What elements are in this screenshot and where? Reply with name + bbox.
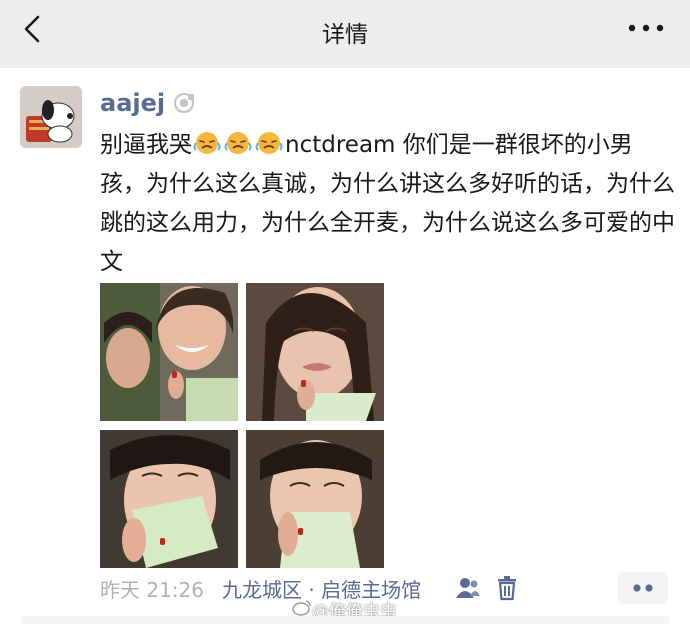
crying-face-emoji-icon <box>193 132 221 154</box>
username-row: aajej <box>100 86 195 120</box>
username[interactable]: aajej <box>100 89 165 117</box>
weibo-logo-icon <box>292 600 311 616</box>
more-options-icon[interactable] <box>626 20 666 36</box>
post-text: 别逼我哭 nctdream 你们是一群很坏的小男孩，为什么这么真诚，为什么讲这么… <box>100 126 675 282</box>
post-photo[interactable] <box>100 430 238 568</box>
visibility-friends-icon[interactable] <box>455 576 481 600</box>
vip-badge-icon <box>174 93 195 113</box>
post-text-before-emoji: 别逼我哭 <box>100 132 192 158</box>
photo-girl-tissue-mouth <box>246 430 384 568</box>
page-title: 详情 <box>322 22 368 48</box>
photo-girl-tissue-nose <box>100 430 238 568</box>
nav-bar: 详情 <box>0 0 690 58</box>
photo-two-girls-laughing <box>100 283 238 421</box>
post-photo[interactable] <box>246 430 384 568</box>
post-time: 昨天 21:26 <box>100 577 204 602</box>
post-photo[interactable] <box>100 283 238 421</box>
like-comment-button[interactable] <box>618 572 668 604</box>
delete-trash-icon[interactable] <box>496 575 518 601</box>
two-dots-icon <box>633 584 653 592</box>
crying-face-emoji-icon <box>255 132 283 154</box>
section-divider <box>0 58 690 68</box>
snoopy-avatar-image <box>20 86 82 148</box>
photo-girl-crying <box>246 283 384 421</box>
crying-face-emoji-icon <box>224 132 252 154</box>
post-photo[interactable] <box>246 283 384 421</box>
avatar[interactable] <box>20 86 82 148</box>
comment-area-edge <box>20 616 670 624</box>
